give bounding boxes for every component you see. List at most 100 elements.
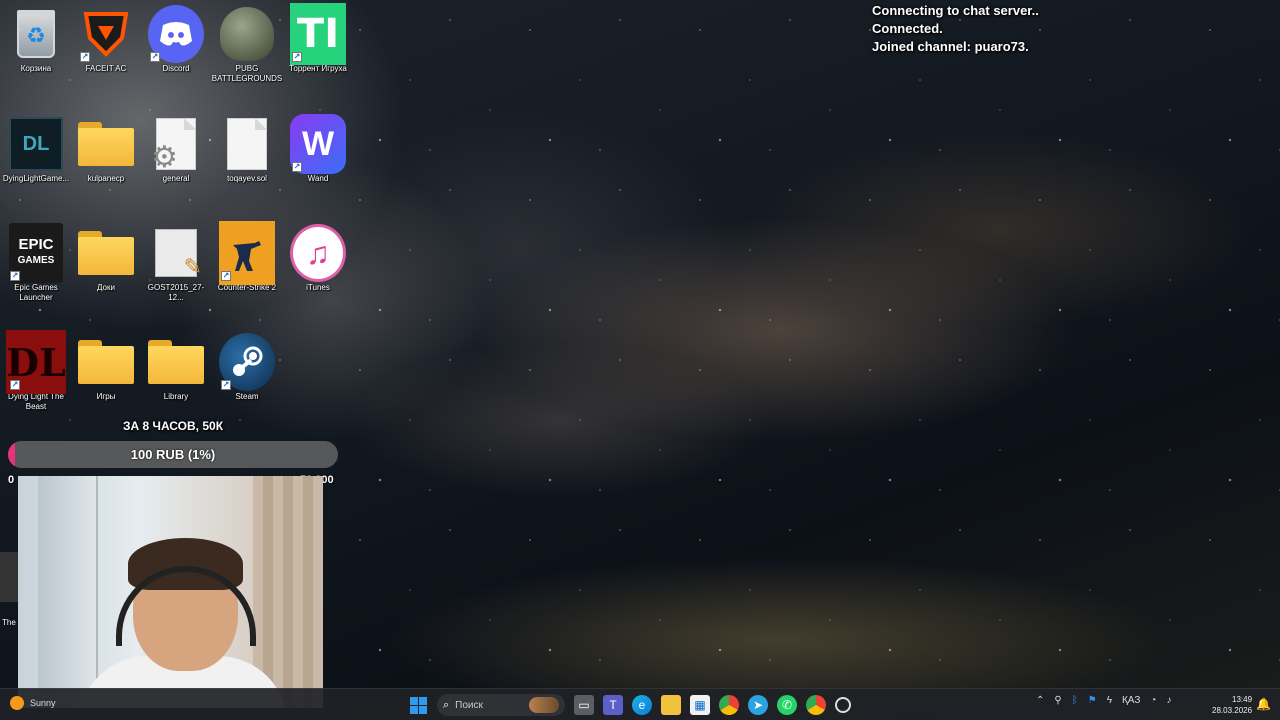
desktop-icon-label: PUBG BATTLEGROUNDS <box>211 64 283 83</box>
desktop-icon-label: Торрент Игруха <box>289 64 347 73</box>
task-view-icon[interactable]: ▭ <box>574 695 594 715</box>
desktop-icon-label: iTunes <box>306 283 330 292</box>
volume-icon[interactable]: ♪ <box>1166 695 1171 706</box>
partial-icon[interactable] <box>0 552 18 602</box>
epic-logo-bottom: GAMES <box>17 255 55 266</box>
dying-light-game-icon: DL <box>9 117 63 171</box>
webcam-background-door <box>38 476 98 708</box>
gear-icon: ⚙ <box>151 141 178 174</box>
recycle-bin-icon: ♻ <box>17 10 55 58</box>
file-explorer-icon[interactable] <box>661 695 681 715</box>
chat-line: Connected. <box>872 21 943 36</box>
donation-goal-title: ЗА 8 ЧАСОВ, 50К <box>122 419 224 433</box>
store-icon[interactable]: ▦ <box>690 695 710 715</box>
folder-icon <box>78 340 134 384</box>
shortcut-arrow-icon: ↗ <box>221 380 231 390</box>
desktop-icon-label: GOST2015_27-12... <box>147 283 205 302</box>
shortcut-arrow-icon: ↗ <box>150 52 160 62</box>
wifi-icon[interactable]: ◔ <box>1150 695 1156 706</box>
folder-icon <box>78 231 134 275</box>
start-button[interactable] <box>408 695 428 715</box>
obs-icon[interactable] <box>835 697 851 713</box>
desktop-icon-label: Steam <box>235 392 259 401</box>
desktop-icon-torrent[interactable]: TI ↗ Торрент Игруха <box>282 3 354 74</box>
taskbar: Sunny ⌕ Поиск ▭ T e ▦ ➤ ✆ ⌃ ⚲ ᛒ ⚑ ϟ ҚАЗ … <box>0 688 1280 720</box>
desktop-icon-label: Dying Light The Beast <box>8 392 64 411</box>
shortcut-arrow-icon: ↗ <box>10 271 20 281</box>
file-icon <box>227 118 267 170</box>
chat-line: Joined channel: puaro73. <box>872 39 1029 54</box>
desktop-icon-doki[interactable]: Доки <box>70 225 142 293</box>
donation-goal-min: 0 <box>8 474 15 486</box>
system-tray: ⌃ ⚲ ᛒ ⚑ ϟ ҚАЗ ◔ ♪ <box>1036 695 1171 706</box>
desktop-icon-label: Доки <box>97 283 115 292</box>
desktop-icon-epic-games[interactable]: EPIC GAMES ↗ Epic Games Launcher <box>0 223 72 303</box>
search-box[interactable]: ⌕ Поиск <box>437 694 565 716</box>
chevron-up-icon[interactable]: ⌃ <box>1036 695 1044 706</box>
desktop-icon-wand[interactable]: W ↗ Wand <box>282 114 354 184</box>
clock-date: 28.03.2026 <box>1212 706 1253 715</box>
desktop-icon-library[interactable]: Library <box>140 334 212 402</box>
desktop-icon-gost[interactable]: GOST2015_27-12... <box>140 225 212 303</box>
desktop-icon-pubg[interactable]: PUBG BATTLEGROUNDS <box>211 6 283 84</box>
epic-logo-top: EPIC <box>18 236 54 253</box>
desktop-icon-label: DyingLightGame... <box>2 174 70 183</box>
webcam-overlay <box>18 476 323 708</box>
desktop-icon-steam[interactable]: ↗ Steam <box>211 333 283 402</box>
shortcut-arrow-icon: ↗ <box>10 380 20 390</box>
language-indicator[interactable]: ҚАЗ <box>1122 695 1140 706</box>
location-icon[interactable]: ⚑ <box>1088 695 1097 706</box>
shortcut-arrow-icon: ↗ <box>221 271 231 281</box>
whatsapp-icon[interactable]: ✆ <box>777 695 797 715</box>
desktop-icon-faceit[interactable]: ↗ FACEIT AC <box>70 6 142 74</box>
shortcut-arrow-icon: ↗ <box>292 52 302 62</box>
desktop-icon-label: The <box>2 618 16 627</box>
desktop-icon-toqayev[interactable]: toqayev.sol <box>211 116 283 184</box>
folder-icon <box>78 122 134 166</box>
desktop-icon-label: Library <box>163 392 189 401</box>
clock-time: 13:49 <box>1232 695 1253 704</box>
desktop-icon-igry[interactable]: Игры <box>70 334 142 402</box>
desktop-icon-label: Корзина <box>20 64 52 73</box>
chrome-alt-icon[interactable] <box>806 695 826 715</box>
desktop-icon-label: Discord <box>162 64 190 73</box>
folder-icon <box>148 340 204 384</box>
desktop-icon-counter-strike[interactable]: ↗ Counter-Strike 2 <box>211 221 283 293</box>
desktop-icon-general[interactable]: ⚙ general <box>140 116 212 184</box>
chrome-icon[interactable] <box>719 695 739 715</box>
desktop-icon-recycle-bin[interactable]: ♻ Корзина <box>0 6 72 74</box>
desktop-icon-itunes[interactable]: ♫ iTunes <box>282 224 354 293</box>
desktop-icon-label: kulpanecp <box>87 174 125 183</box>
desktop-icon-dying-light-beast[interactable]: DL ↗ Dying Light The Beast <box>0 330 72 412</box>
itunes-icon: ♫ <box>290 224 346 282</box>
windows-icon <box>409 696 427 714</box>
desktop-icon-dying-light-game[interactable]: DL DyingLightGame... <box>0 116 72 184</box>
telegram-icon[interactable]: ➤ <box>748 695 768 715</box>
desktop-icon-label: toqayev.sol <box>227 174 267 183</box>
desktop-icon-kulpanecp[interactable]: kulpanecp <box>70 116 142 184</box>
search-placeholder: Поиск <box>455 699 483 711</box>
desktop-icon-label: Игры <box>96 392 116 401</box>
chat-overlay: Connecting to chat server.. Connected. J… <box>872 2 1212 56</box>
edge-icon[interactable]: e <box>632 695 652 715</box>
desktop-icon-label: Epic Games Launcher <box>14 283 58 302</box>
network-app-icon[interactable]: ⚲ <box>1054 695 1061 706</box>
notification-bell-icon[interactable]: 🔔 <box>1256 697 1271 711</box>
donation-goal-progress-text: 100 RUB (1%) <box>130 447 216 462</box>
search-highlight-icon <box>529 697 559 713</box>
chat-line: Connecting to chat server.. <box>872 3 1039 18</box>
bluetooth-icon[interactable]: ᛒ <box>1072 695 1078 706</box>
clock[interactable]: 13:49 28.03.2026 <box>1212 694 1252 716</box>
desktop-icon-label: FACEIT AC <box>85 64 127 73</box>
donation-goal-bar: 100 RUB (1%) <box>8 441 338 468</box>
shortcut-arrow-icon: ↗ <box>80 52 90 62</box>
pubg-icon <box>220 7 274 61</box>
weather-text: Sunny <box>30 698 56 708</box>
desktop-icon-discord[interactable]: ↗ Discord <box>140 5 212 74</box>
teams-icon[interactable]: T <box>603 695 623 715</box>
settings-file-icon: ⚙ <box>151 118 196 174</box>
shortcut-arrow-icon: ↗ <box>292 162 302 172</box>
taskbar-apps: ⌕ Поиск ▭ T e ▦ ➤ ✆ <box>408 693 851 717</box>
weather-widget[interactable]: Sunny <box>10 696 56 710</box>
wifi-app-icon[interactable]: ϟ <box>1107 695 1112 706</box>
